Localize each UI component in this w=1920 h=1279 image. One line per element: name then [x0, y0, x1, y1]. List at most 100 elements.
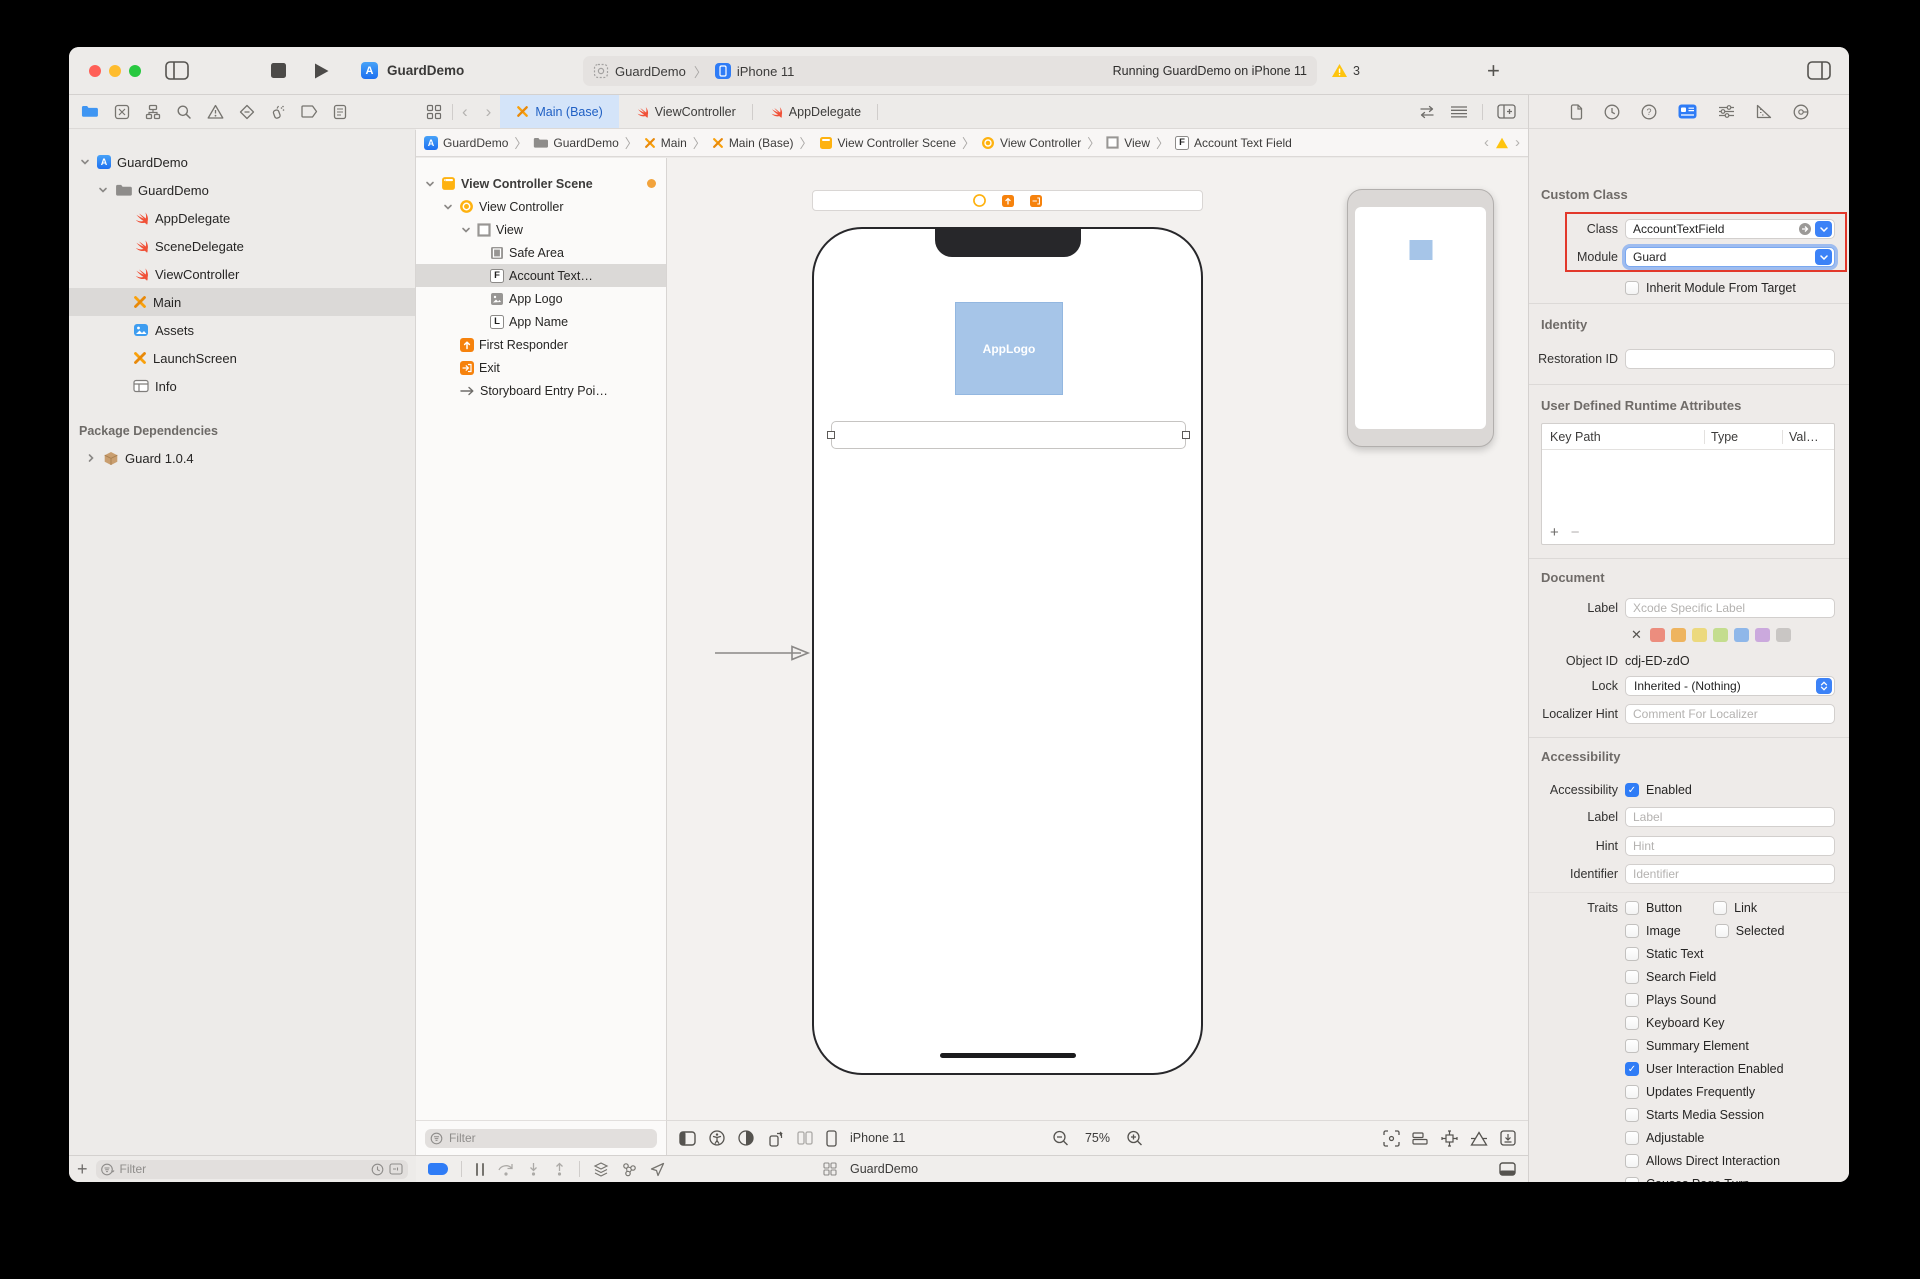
view-debugger-icon[interactable] — [593, 1161, 609, 1177]
outline-row-first-responder[interactable]: First Responder — [416, 333, 666, 356]
selection-handle-left[interactable] — [827, 431, 835, 439]
debug-navigator-icon[interactable] — [270, 104, 286, 120]
trait-direct-interaction-checkbox[interactable] — [1625, 1154, 1639, 1168]
module-field[interactable] — [1625, 247, 1835, 267]
history-inspector-icon[interactable] — [1604, 104, 1620, 120]
code-review-icon[interactable] — [1418, 105, 1436, 119]
account-text-field[interactable] — [827, 421, 1190, 449]
symbol-navigator-icon[interactable] — [145, 104, 161, 120]
test-navigator-icon[interactable] — [239, 104, 255, 120]
step-out-icon[interactable] — [553, 1162, 566, 1176]
source-control-status-icon[interactable] — [389, 1163, 403, 1175]
zoom-level[interactable]: 75% — [1085, 1131, 1110, 1145]
navigator-filter-field[interactable] — [95, 1159, 408, 1179]
breadcrumb-view[interactable]: View — [1106, 136, 1150, 150]
warning-icon[interactable] — [1495, 137, 1509, 149]
trait-summary-element-checkbox[interactable] — [1625, 1039, 1639, 1053]
outline-row-account-text-field[interactable]: F Account Text… — [416, 264, 666, 287]
stop-button[interactable] — [271, 63, 286, 78]
accessibility-label-input[interactable] — [1633, 810, 1832, 824]
source-control-navigator-icon[interactable] — [114, 104, 130, 120]
minimize-window-button[interactable] — [109, 65, 121, 77]
trait-user-interaction-checkbox[interactable] — [1625, 1062, 1639, 1076]
adjust-editor-options-icon[interactable] — [1450, 105, 1468, 119]
breadcrumb-main[interactable]: Main — [644, 136, 687, 150]
outline-row-view-controller[interactable]: View Controller — [416, 195, 666, 218]
trait-static-text-checkbox[interactable] — [1625, 947, 1639, 961]
selection-handle-right[interactable] — [1182, 431, 1190, 439]
color-swatch-red[interactable] — [1649, 628, 1665, 642]
resolve-autolayout-icon[interactable] — [1470, 1130, 1488, 1146]
debug-target-name[interactable]: GuardDemo — [850, 1162, 918, 1176]
app-logo-image-view[interactable]: AppLogo — [955, 302, 1063, 395]
update-frames-icon[interactable] — [1500, 1130, 1516, 1146]
tab-appdelegate[interactable]: AppDelegate — [753, 95, 877, 128]
split-preview-icon[interactable] — [797, 1131, 813, 1145]
add-editor-icon[interactable] — [1497, 104, 1516, 119]
related-items-icon[interactable] — [416, 95, 452, 128]
navigator-row-group[interactable]: GuardDemo — [69, 176, 415, 204]
add-constraints-icon[interactable] — [1441, 1129, 1458, 1147]
navigator-row-launchscreen[interactable]: LaunchScreen — [69, 344, 415, 372]
report-navigator-icon[interactable] — [333, 104, 347, 120]
view-controller-icon[interactable] — [973, 194, 986, 207]
align-icon[interactable] — [1412, 1131, 1429, 1146]
step-into-icon[interactable] — [527, 1162, 540, 1176]
identity-inspector-icon[interactable] — [1678, 104, 1697, 119]
breadcrumb-group[interactable]: GuardDemo — [533, 136, 619, 150]
filter-input[interactable] — [119, 1162, 366, 1176]
storyboard-canvas[interactable]: AppLogo — [667, 158, 1528, 1120]
project-navigator-icon[interactable] — [81, 105, 99, 119]
storyboard-entry-arrow[interactable] — [714, 644, 812, 662]
trait-link-checkbox[interactable] — [1713, 901, 1728, 915]
module-input[interactable] — [1633, 250, 1812, 264]
breadcrumb-view-controller[interactable]: View Controller — [981, 136, 1081, 150]
accessibility-hint-field[interactable] — [1625, 836, 1835, 856]
add-file-button[interactable]: + — [77, 1159, 88, 1180]
filter-input[interactable] — [449, 1131, 652, 1145]
accessibility-hint-input[interactable] — [1633, 839, 1832, 853]
toggle-console-icon[interactable] — [1499, 1162, 1516, 1176]
trait-search-field-checkbox[interactable] — [1625, 970, 1639, 984]
outline-row-app-logo[interactable]: App Logo — [416, 287, 666, 310]
outline-row-exit[interactable]: Exit — [416, 356, 666, 379]
toggle-navigator-icon[interactable] — [165, 61, 189, 80]
module-dropdown-icon[interactable] — [1815, 249, 1832, 265]
outline-row-view[interactable]: View — [416, 218, 666, 241]
restoration-id-field[interactable] — [1625, 349, 1835, 369]
canvas-minimap[interactable] — [1347, 189, 1494, 447]
file-inspector-icon[interactable] — [1570, 103, 1583, 120]
tab-viewcontroller[interactable]: ViewController — [619, 95, 752, 128]
navigator-row-main[interactable]: Main — [69, 288, 415, 316]
navigator-row-guard-package[interactable]: Guard 1.0.4 — [69, 444, 415, 472]
breakpoint-navigator-icon[interactable] — [301, 105, 318, 118]
lock-popup[interactable]: Inherited - (Nothing) — [1625, 676, 1835, 696]
document-label-input[interactable] — [1633, 601, 1832, 615]
toggle-outline-icon[interactable] — [679, 1130, 696, 1146]
outline-filter-field[interactable] — [425, 1128, 657, 1148]
inherit-module-checkbox[interactable] — [1625, 281, 1639, 295]
zoom-in-icon[interactable] — [1126, 1130, 1143, 1147]
breadcrumb-project[interactable]: A GuardDemo — [424, 135, 508, 150]
library-add-button[interactable]: + — [1487, 58, 1500, 84]
class-input[interactable] — [1633, 222, 1798, 236]
close-window-button[interactable] — [89, 65, 101, 77]
scheme-name[interactable]: GuardDemo — [615, 64, 686, 79]
pause-execution-icon[interactable] — [475, 1162, 485, 1176]
breadcrumb-account-text-field[interactable]: F Account Text Field — [1175, 135, 1292, 150]
exit-icon[interactable] — [1030, 194, 1042, 207]
class-field[interactable] — [1625, 219, 1835, 239]
navigator-row-assets[interactable]: Assets — [69, 316, 415, 344]
disclosure-closed-icon[interactable] — [85, 453, 97, 463]
color-swatch-gray[interactable] — [1775, 628, 1791, 642]
trait-plays-sound-checkbox[interactable] — [1625, 993, 1639, 1007]
navigator-row-scenedelegate[interactable]: SceneDelegate — [69, 232, 415, 260]
trait-starts-media-checkbox[interactable] — [1625, 1108, 1639, 1122]
outline-row-app-name[interactable]: L App Name — [416, 310, 666, 333]
run-button[interactable] — [313, 62, 330, 80]
disclosure-open-icon[interactable] — [97, 185, 109, 195]
breadcrumb-scene[interactable]: View Controller Scene — [819, 136, 956, 150]
trait-keyboard-key-checkbox[interactable] — [1625, 1016, 1639, 1030]
color-scheme-icon[interactable] — [738, 1130, 754, 1146]
jump-to-class-icon[interactable] — [1798, 222, 1812, 236]
